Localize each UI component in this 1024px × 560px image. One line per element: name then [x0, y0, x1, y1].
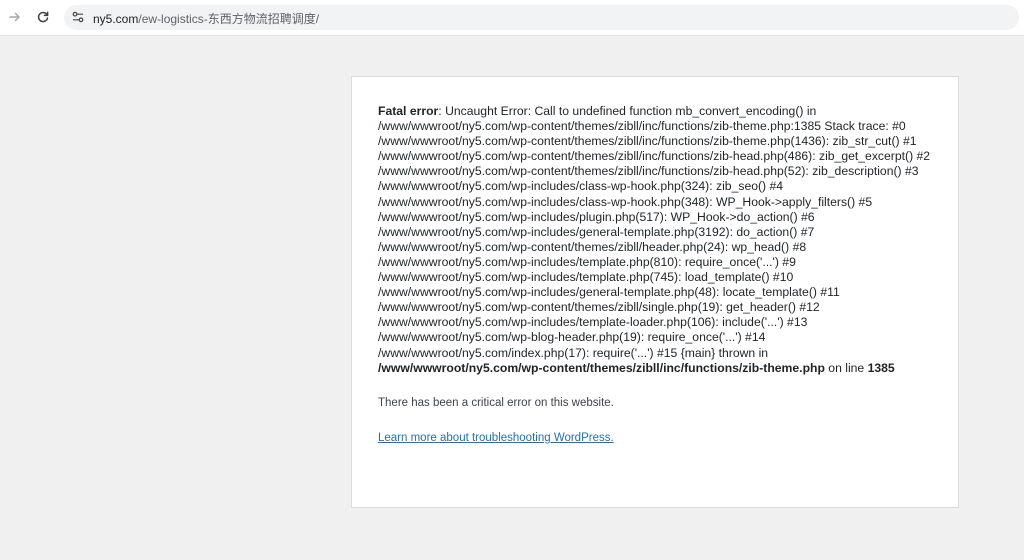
error-file: /www/wwwroot/ny5.com/wp-content/themes/z… [378, 360, 825, 375]
error-trace: : Uncaught Error: Call to undefined func… [378, 104, 931, 360]
learn-more-link[interactable]: Learn more about troubleshooting WordPre… [378, 432, 614, 444]
address-bar[interactable]: ny5.com/ew-logistics-东西方物流招聘调度/ [64, 5, 1019, 30]
error-line-number: 1385 [867, 360, 895, 375]
fatal-error-label: Fatal error [378, 104, 439, 118]
reload-icon[interactable] [33, 7, 53, 27]
error-panel: Fatal error: Uncaught Error: Call to und… [351, 76, 959, 508]
on-line-text: on line [824, 360, 868, 375]
critical-error-text: There has been a critical error on this … [378, 396, 614, 409]
url-path: /ew-logistics-东西方物流招聘调度/ [138, 12, 320, 26]
url-text[interactable]: ny5.com/ew-logistics-东西方物流招聘调度/ [93, 10, 319, 27]
site-settings-icon[interactable] [70, 9, 86, 25]
browser-toolbar: ny5.com/ew-logistics-东西方物流招聘调度/ [0, 0, 1024, 36]
url-host: ny5.com [93, 12, 139, 26]
forward-arrow-icon[interactable] [5, 7, 25, 27]
fatal-error-message: Fatal error: Uncaught Error: Call to und… [378, 104, 932, 376]
